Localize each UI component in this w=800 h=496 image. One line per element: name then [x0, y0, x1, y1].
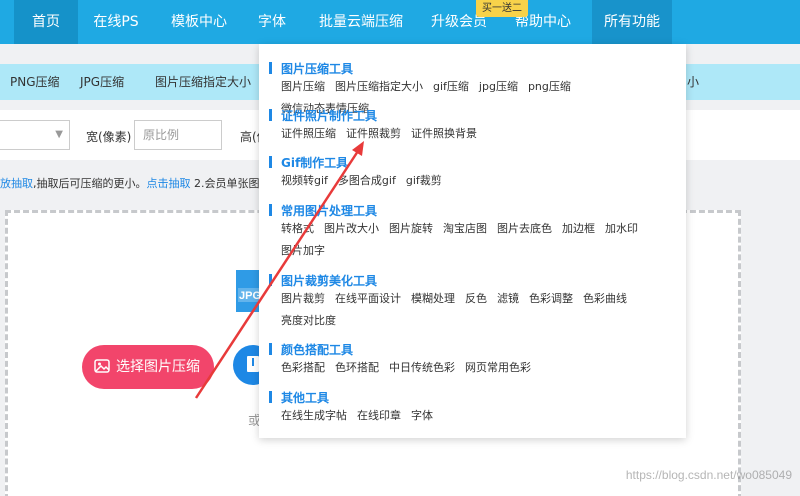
- link-compress-to-size[interactable]: 图片压缩指定大小: [335, 76, 423, 98]
- link-color-adjust[interactable]: 色彩调整: [529, 288, 573, 310]
- link-image-compress[interactable]: 图片压缩: [281, 76, 325, 98]
- link-id-photo-crop[interactable]: 证件照裁剪: [346, 123, 401, 145]
- nav-fonts[interactable]: 字体: [252, 0, 292, 44]
- link-web-colors[interactable]: 网页常用色彩: [465, 357, 531, 379]
- nav-template-center[interactable]: 模板中心: [164, 0, 234, 44]
- category-common-tools-links: 转格式 图片改大小 图片旋转 淘宝店图 图片去底色 加边框 加水印图片加字: [281, 218, 661, 262]
- category-crop-beautify: 图片裁剪美化工具: [268, 274, 378, 288]
- tab-jpg-compress[interactable]: JPG压缩: [80, 64, 124, 100]
- link-image-crop[interactable]: 图片裁剪: [281, 288, 325, 310]
- watermark: https://blog.csdn.net/wo085049: [625, 468, 792, 482]
- link-taobao-image[interactable]: 淘宝店图: [443, 218, 487, 240]
- link-images-to-gif[interactable]: 多图合成gif: [338, 170, 396, 192]
- link-invert[interactable]: 反色: [465, 288, 487, 310]
- category-other-links: 在线生成字帖 在线印章 字体: [281, 405, 661, 427]
- nav-all-features[interactable]: 所有功能: [592, 0, 672, 44]
- link-resize-image[interactable]: 图片改大小: [324, 218, 379, 240]
- link-id-photo-background[interactable]: 证件照换背景: [411, 123, 477, 145]
- width-label: 宽(像素): [86, 130, 132, 144]
- category-id-photo-links: 证件照压缩 证件照裁剪 证件照换背景: [281, 123, 661, 145]
- nav-home[interactable]: 首页: [14, 0, 78, 44]
- tab-png-compress[interactable]: PNG压缩: [10, 64, 60, 100]
- svg-text:JPG: JPG: [239, 290, 261, 302]
- width-input[interactable]: [134, 120, 222, 150]
- link-brightness-contrast[interactable]: 亮度对比度: [281, 310, 336, 332]
- tab-overflow-text: 小: [687, 75, 700, 89]
- link-online-design[interactable]: 在线平面设计: [335, 288, 401, 310]
- link-remove-background[interactable]: 图片去底色: [497, 218, 552, 240]
- format-select[interactable]: ▼: [0, 120, 70, 150]
- category-id-photo: 证件照片制作工具: [268, 109, 378, 123]
- image-icon: [94, 359, 110, 373]
- link-jpg-compress[interactable]: jpg压缩: [479, 76, 518, 98]
- link-png-compress[interactable]: png压缩: [528, 76, 571, 98]
- category-color-matching: 颜色搭配工具: [268, 343, 354, 357]
- notice-part-1: ,抽取后可压缩的更小。: [33, 177, 147, 190]
- link-copybook[interactable]: 在线生成字帖: [281, 405, 347, 427]
- link-blur[interactable]: 模糊处理: [411, 288, 455, 310]
- link-video-to-gif[interactable]: 视频转gif: [281, 170, 328, 192]
- promo-badge: 买一送二: [476, 0, 528, 17]
- category-gif: Gif制作工具: [268, 156, 349, 170]
- chevron-down-icon: ▼: [55, 129, 63, 140]
- link-color-wheel[interactable]: 色环搭配: [335, 357, 379, 379]
- select-image-button-label: 选择图片压缩: [116, 359, 200, 375]
- nav-batch-cloud-compress[interactable]: 批量云端压缩: [310, 0, 412, 44]
- all-features-dropdown: 图片压缩工具 图片压缩 图片压缩指定大小 gif压缩 jpg压缩 png压缩微信动态表情…: [259, 44, 686, 438]
- category-crop-beautify-links: 图片裁剪 在线平面设计 模糊处理 反色 滤镜 色彩调整 色彩曲线亮度对比度: [281, 288, 661, 332]
- link-convert-format[interactable]: 转格式: [281, 218, 314, 240]
- link-gif-compress[interactable]: gif压缩: [433, 76, 469, 98]
- click-extract-link[interactable]: 点击抽取: [147, 177, 191, 190]
- link-rotate-image[interactable]: 图片旋转: [389, 218, 433, 240]
- tab-overflow: 小: [687, 64, 800, 100]
- select-image-button[interactable]: 选择图片压缩: [82, 345, 214, 389]
- category-gif-links: 视频转gif 多图合成gif gif裁剪: [281, 170, 661, 192]
- link-add-watermark[interactable]: 加水印: [605, 218, 638, 240]
- link-gif-crop[interactable]: gif裁剪: [406, 170, 442, 192]
- top-nav: 首页 在线PS 模板中心 字体 批量云端压缩 升级会员 帮助中心 所有功能: [0, 0, 800, 44]
- nav-online-ps[interactable]: 在线PS: [86, 0, 146, 44]
- link-add-text[interactable]: 图片加字: [281, 240, 325, 262]
- category-image-compress: 图片压缩工具: [268, 62, 354, 76]
- link-traditional-colors[interactable]: 中日传统色彩: [389, 357, 455, 379]
- link-online-seal[interactable]: 在线印章: [357, 405, 401, 427]
- link-add-border[interactable]: 加边框: [562, 218, 595, 240]
- tab-compress-to-size[interactable]: 图片压缩指定大小: [155, 64, 251, 100]
- link-filter[interactable]: 滤镜: [497, 288, 519, 310]
- link-color-curve[interactable]: 色彩曲线: [583, 288, 627, 310]
- link-color-scheme[interactable]: 色彩搭配: [281, 357, 325, 379]
- category-color-matching-links: 色彩搭配 色环搭配 中日传统色彩 网页常用色彩: [281, 357, 661, 379]
- link-font[interactable]: 字体: [411, 405, 433, 427]
- link-id-photo-compress[interactable]: 证件照压缩: [281, 123, 336, 145]
- category-other: 其他工具: [268, 391, 330, 405]
- category-common-tools: 常用图片处理工具: [268, 204, 378, 218]
- extract-link[interactable]: 放抽取: [0, 177, 33, 190]
